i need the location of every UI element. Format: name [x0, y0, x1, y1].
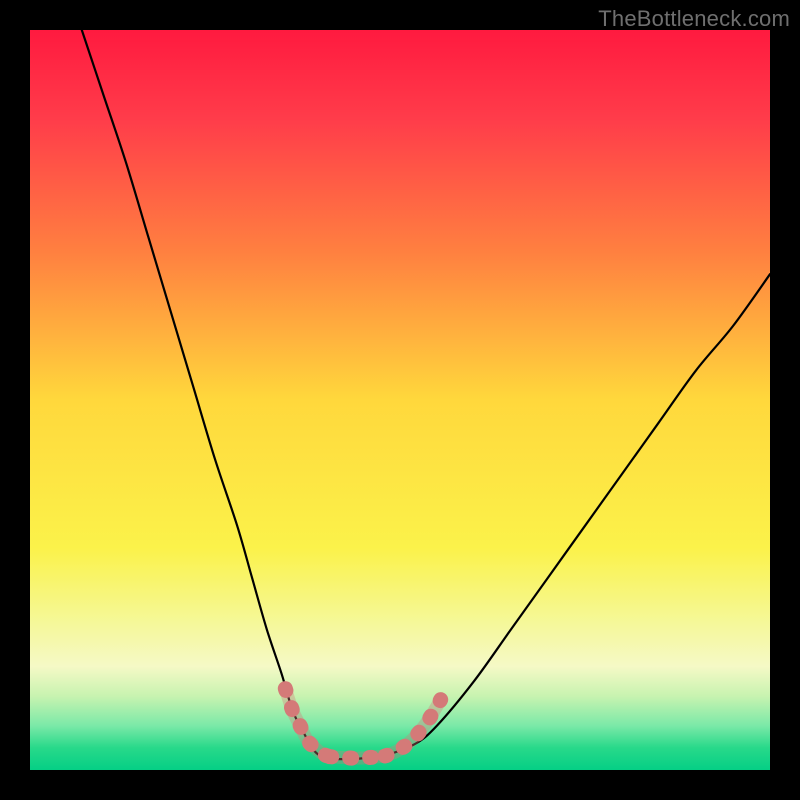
watermark-text: TheBottleneck.com — [598, 6, 790, 32]
bottleneck-marker-bottom — [330, 756, 386, 758]
chart-container: TheBottleneck.com — [0, 0, 800, 800]
bottleneck-chart — [0, 0, 800, 800]
plot-area — [30, 30, 770, 770]
